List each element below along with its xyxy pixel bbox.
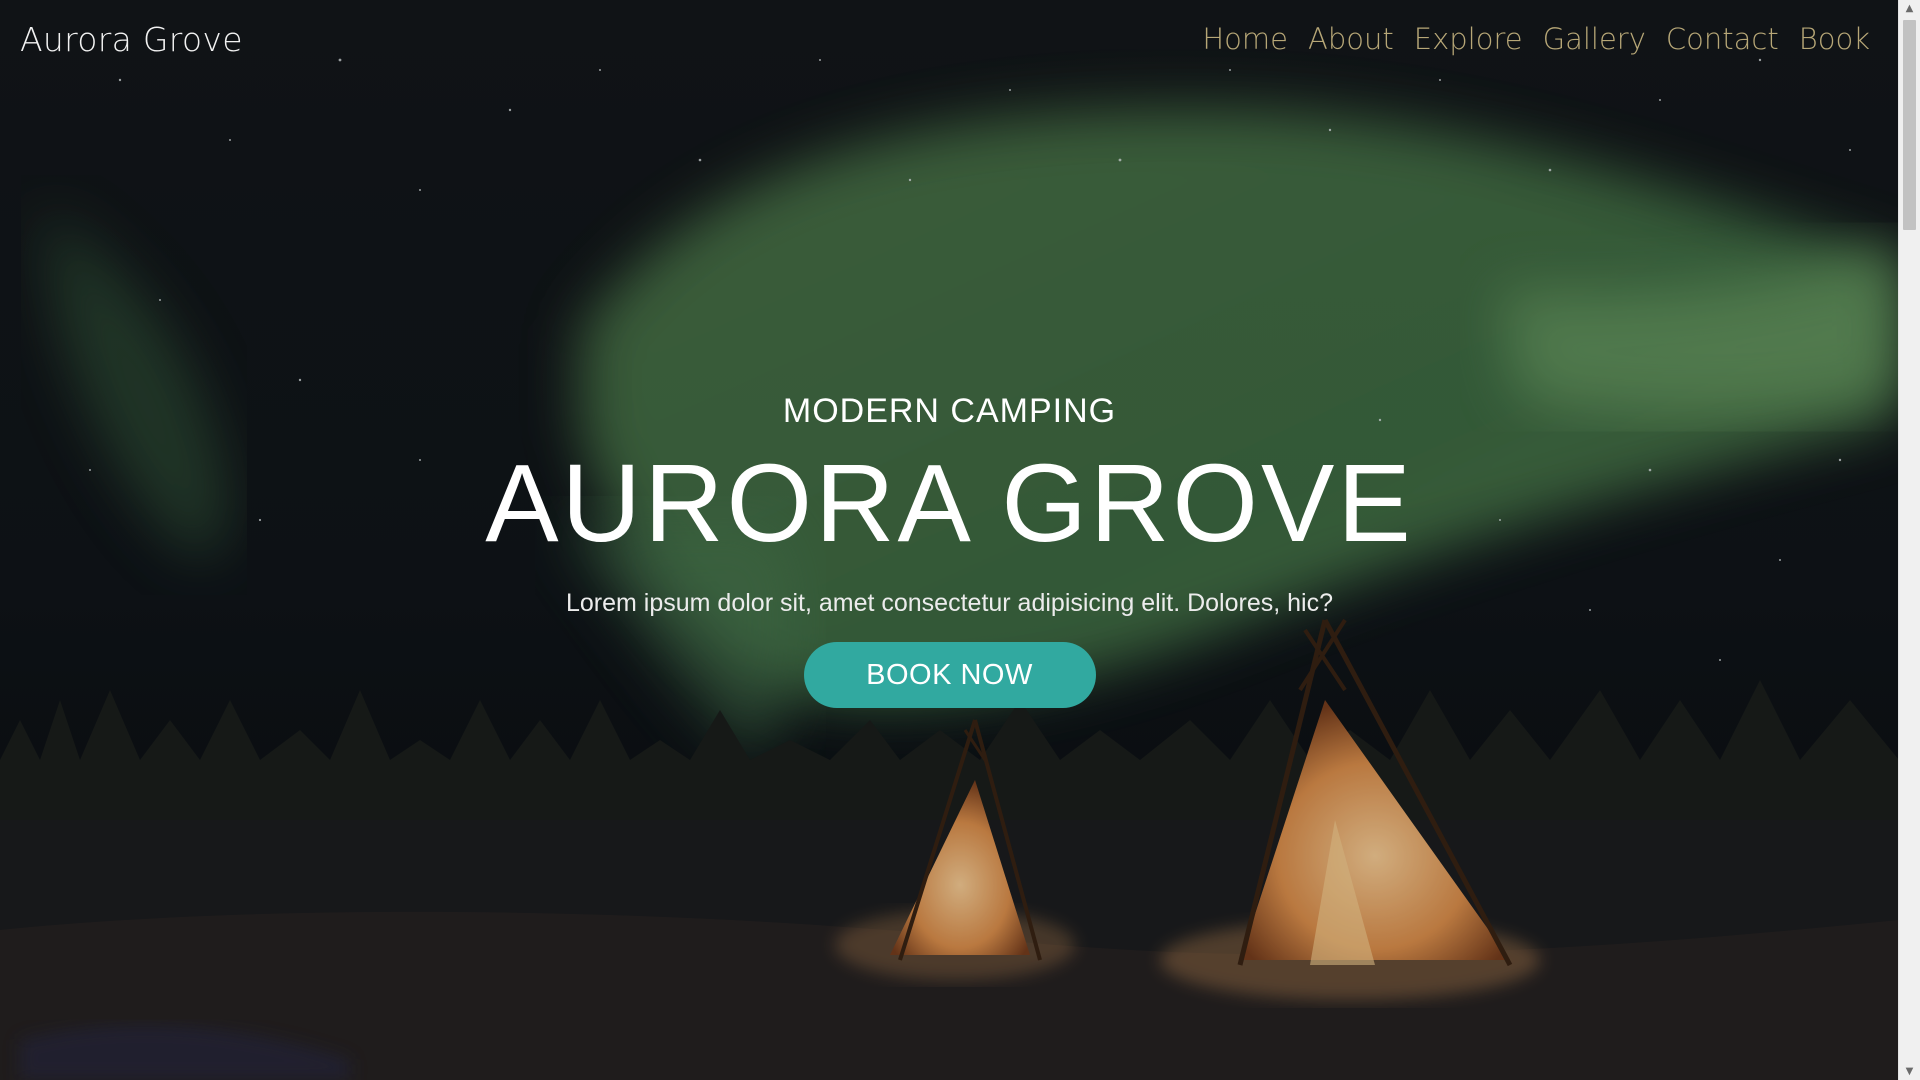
hero-lede: Lorem ipsum dolor sit, amet consectetur … (565, 589, 1333, 617)
nav-gallery[interactable]: Gallery (1543, 22, 1646, 56)
scroll-up-icon[interactable]: ▲ (1899, 0, 1920, 17)
hero-title: AURORA GROVE (485, 442, 1414, 565)
hero-kicker: MODERN CAMPING (782, 392, 1117, 430)
nav-explore[interactable]: Explore (1414, 22, 1523, 56)
scroll-down-icon[interactable]: ▼ (1899, 1063, 1920, 1080)
nav-about[interactable]: About (1308, 22, 1394, 56)
brand-logo[interactable]: Aurora Grove (20, 20, 243, 59)
nav-book[interactable]: Book (1799, 22, 1870, 56)
main-nav: Home About Explore Gallery Contact Book (1202, 22, 1870, 56)
vertical-scrollbar[interactable]: ▲ ▼ (1898, 0, 1920, 1080)
nav-home[interactable]: Home (1202, 22, 1288, 56)
hero-section: MODERN CAMPING AURORA GROVE Lorem ipsum … (0, 392, 1899, 708)
nav-contact[interactable]: Contact (1666, 22, 1779, 56)
scroll-thumb[interactable] (1903, 20, 1916, 230)
book-now-button[interactable]: BOOK NOW (803, 642, 1096, 708)
